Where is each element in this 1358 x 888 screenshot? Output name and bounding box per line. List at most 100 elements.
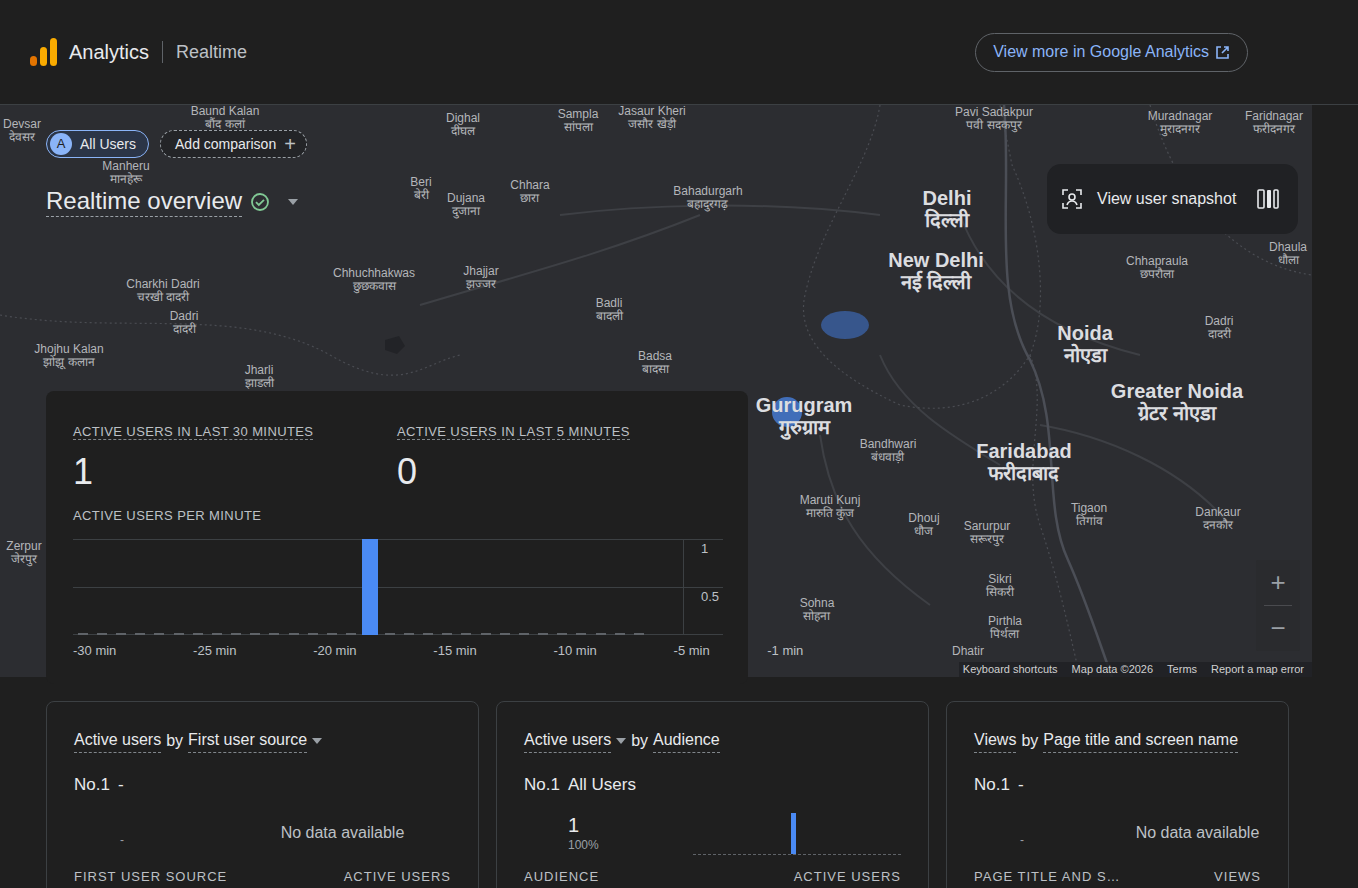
map[interactable]: Devsarदेवसर Baund Kalanबौंद कलां Dighalदीघ… xyxy=(0,105,1312,677)
minute-bar[interactable] xyxy=(78,633,88,635)
place-label[interactable]: Gurugramगुरुग्राम xyxy=(756,394,853,438)
place-label[interactable]: Pirthlaपिर्थला xyxy=(988,615,1022,641)
open-in-analytics-button[interactable]: View more in Google Analytics xyxy=(975,33,1248,72)
minute-bar[interactable] xyxy=(596,633,606,635)
zoom-in-button[interactable]: + xyxy=(1256,560,1300,605)
place-label[interactable]: Chhapraulaछपरौला xyxy=(1126,255,1188,281)
report-title-row[interactable]: Realtime overview xyxy=(46,186,307,217)
column-header[interactable]: FIRST USER SOURCE xyxy=(74,869,227,885)
title-part[interactable]: Views xyxy=(974,728,1016,753)
place-label[interactable]: Tigaonतिगांव xyxy=(1071,502,1107,528)
place-label[interactable]: Faridnagarफरीदनगर xyxy=(1245,110,1303,136)
place-label[interactable]: Zerpurजेरपुर xyxy=(6,540,41,566)
attribution-link[interactable]: Map data ©2026 xyxy=(1072,663,1154,676)
attribution-link[interactable]: Keyboard shortcuts xyxy=(963,663,1058,676)
place-label[interactable]: Noidaनोएडा xyxy=(1057,322,1113,366)
spark-bar[interactable] xyxy=(791,813,796,854)
place-label[interactable]: Chharaछारा xyxy=(510,179,549,205)
title-part[interactable]: Active users xyxy=(74,728,161,753)
place-label[interactable]: Badliबादली xyxy=(596,297,623,323)
place-label[interactable]: Delhiदिल्ली xyxy=(923,187,972,231)
attribution-link[interactable]: Terms xyxy=(1167,663,1197,676)
column-header[interactable]: AUDIENCE xyxy=(524,869,599,885)
place-label[interactable]: Faridabadफरीदाबाद xyxy=(976,440,1072,484)
place-label[interactable]: Jasaur Kheriजसौर खेड़ी xyxy=(618,105,685,131)
place-label[interactable]: Jhajjarझज्जर xyxy=(463,265,498,291)
title-part[interactable]: Active users xyxy=(524,728,611,753)
place-label[interactable]: Jhojhu Kalanझोझू कलान xyxy=(34,343,103,369)
minute-bar[interactable] xyxy=(116,633,126,635)
attribution-link[interactable]: Report a map error xyxy=(1211,663,1304,676)
minute-bar[interactable] xyxy=(327,633,337,635)
minute-bar[interactable] xyxy=(154,633,164,635)
place-label[interactable]: Bahadurgarhबहादुरगढ़ xyxy=(673,185,742,211)
place-label[interactable]: Sarurpurसरूरपुर xyxy=(964,520,1011,546)
metric-label[interactable]: ACTIVE USERS IN LAST 30 MINUTES xyxy=(73,424,313,440)
column-header[interactable]: ACTIVE USERS xyxy=(344,869,451,885)
place-label[interactable]: Badsaबादसा xyxy=(638,350,672,376)
place-label[interactable]: Devsarदेवसर xyxy=(3,118,41,144)
brand[interactable]: AnalyticsRealtime xyxy=(30,37,247,67)
minute-bar[interactable] xyxy=(519,633,529,635)
minute-bar[interactable] xyxy=(289,633,299,635)
minute-bar[interactable] xyxy=(557,633,567,635)
place-label[interactable]: Maruti Kunjमारुति कुंज xyxy=(800,494,861,520)
place-label[interactable]: Chhuchhakwasछुछकवास xyxy=(333,267,415,293)
minute-bar[interactable] xyxy=(500,633,510,635)
place-label[interactable]: Dighalदीघल xyxy=(446,112,480,138)
minute-bar[interactable] xyxy=(576,633,586,635)
add-comparison-button[interactable]: Add comparison+ xyxy=(160,130,307,158)
zoom-out-button[interactable]: − xyxy=(1256,606,1300,651)
metric-label[interactable]: ACTIVE USERS IN LAST 5 MINUTES xyxy=(397,424,630,440)
minute-bar[interactable] xyxy=(193,633,203,635)
audience-chip[interactable]: AAll Users xyxy=(46,130,149,158)
place-label[interactable]: Pavi Sadakpurपवी सदकपुर xyxy=(955,106,1033,132)
column-header[interactable]: VIEWS xyxy=(1214,869,1261,885)
column-header[interactable]: ACTIVE USERS xyxy=(794,869,901,885)
place-label[interactable]: Greater Noidaग्रेटर नोएडा xyxy=(1111,380,1243,424)
place-label[interactable]: Samplaसांपला xyxy=(558,108,599,134)
minute-bar[interactable] xyxy=(231,633,241,635)
minute-bar[interactable] xyxy=(481,633,491,635)
place-label[interactable]: Dhaulaधौला xyxy=(1269,241,1307,267)
place-label[interactable]: Dujanaदुजाना xyxy=(447,192,485,218)
minute-bar[interactable] xyxy=(385,633,395,635)
place-label[interactable]: Dhoujधौज xyxy=(908,512,939,538)
view-user-snapshot-button[interactable]: View user snapshot xyxy=(1047,164,1298,234)
minute-bar[interactable] xyxy=(308,633,318,635)
place-label[interactable]: Jharliझाडली xyxy=(245,364,274,390)
minute-bar[interactable] xyxy=(250,633,260,635)
place-label[interactable]: Dankaurदनकौर xyxy=(1195,506,1240,532)
place-label[interactable]: Muradnagarमुरादनगर xyxy=(1148,110,1213,136)
place-label[interactable]: New Delhiनई दिल्ली xyxy=(888,249,984,293)
minute-bar[interactable] xyxy=(538,633,548,635)
place-label[interactable]: Sikriसिकरी xyxy=(986,573,1014,599)
place-label[interactable]: Baund Kalanबौंद कलां xyxy=(191,105,260,131)
title-part[interactable]: First user source xyxy=(188,728,307,753)
place-label[interactable]: Dadriदादरी xyxy=(1205,315,1234,341)
minute-bar[interactable] xyxy=(634,633,644,635)
place-label[interactable]: Charkhi Dadriचरखी दादरी xyxy=(126,278,199,304)
place-label[interactable]: Dhatir xyxy=(952,645,984,658)
title-part[interactable]: Page title and screen name xyxy=(1043,728,1238,753)
place-label[interactable]: Dadriदादरी xyxy=(170,310,199,336)
title-part[interactable]: Audience xyxy=(653,728,720,753)
minute-bar[interactable] xyxy=(97,633,107,635)
minute-bar[interactable] xyxy=(442,633,452,635)
column-header[interactable]: PAGE TITLE AND S… xyxy=(974,869,1121,885)
report-title[interactable]: Realtime overview xyxy=(46,186,242,217)
minute-bar[interactable] xyxy=(461,633,471,635)
minute-bar[interactable] xyxy=(423,633,433,635)
place-label[interactable]: Bandhwariबंधवाड़ी xyxy=(860,438,917,464)
place-label[interactable]: Manheruमानहेरू xyxy=(102,160,149,186)
place-label[interactable]: Beriबेरी xyxy=(410,176,431,202)
minute-bar[interactable] xyxy=(269,633,279,635)
place-label[interactable]: Sohnaसोहना xyxy=(800,597,835,623)
minute-bar[interactable] xyxy=(615,633,625,635)
minute-bar[interactable] xyxy=(362,539,378,635)
minute-bar[interactable] xyxy=(346,633,356,635)
minute-bar[interactable] xyxy=(174,633,184,635)
minute-bar[interactable] xyxy=(135,633,145,635)
minute-bar[interactable] xyxy=(404,633,414,635)
minute-bar[interactable] xyxy=(212,633,222,635)
